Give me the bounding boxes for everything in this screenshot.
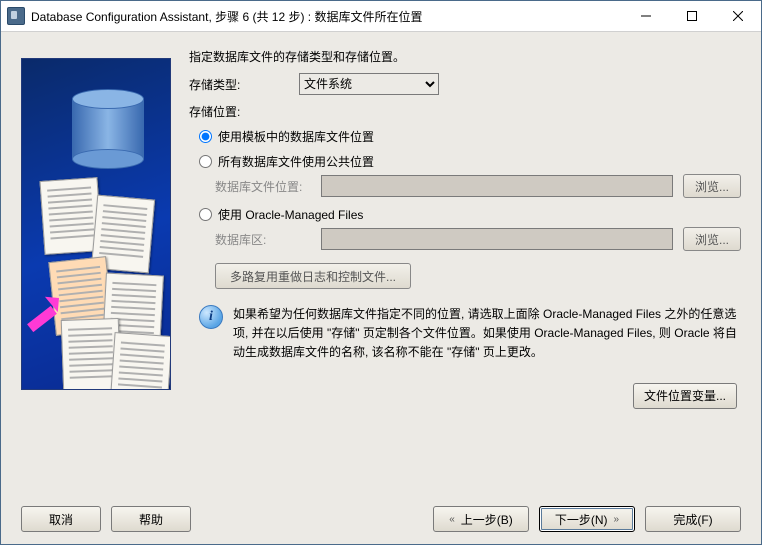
info-text: 如果希望为任何数据库文件指定不同的位置, 请选取上面除 Oracle-Manag…	[233, 305, 741, 363]
finish-button[interactable]: 完成(F)	[645, 506, 741, 532]
info-icon	[199, 305, 223, 329]
titlebar: Database Configuration Assistant, 步骤 6 (…	[1, 1, 761, 32]
db-area-input[interactable]	[321, 228, 673, 250]
wizard-illustration-column	[21, 48, 171, 494]
next-button[interactable]: 下一步(N) »	[539, 506, 635, 532]
database-cylinder-icon	[72, 89, 142, 169]
multiplex-redo-control-button[interactable]: 多路复用重做日志和控制文件...	[215, 263, 411, 289]
info-row: 如果希望为任何数据库文件指定不同的位置, 请选取上面除 Oracle-Manag…	[199, 305, 741, 363]
next-button-label: 下一步(N)	[555, 511, 608, 528]
cancel-button[interactable]: 取消	[21, 506, 101, 532]
button-bar: 取消 帮助 « 上一步(B) 下一步(N) » 完成(F)	[21, 494, 741, 532]
db-file-location-label: 数据库文件位置:	[215, 178, 315, 195]
app-icon	[7, 7, 25, 25]
window: Database Configuration Assistant, 步骤 6 (…	[0, 0, 762, 545]
back-button[interactable]: « 上一步(B)	[433, 506, 529, 532]
window-buttons	[623, 1, 761, 31]
radio-use-omf[interactable]: 使用 Oracle-Managed Files	[199, 206, 741, 223]
radio-use-common-label: 所有数据库文件使用公共位置	[218, 153, 374, 170]
browse-db-area-button[interactable]: 浏览...	[683, 227, 741, 251]
db-area-label: 数据库区:	[215, 231, 315, 248]
window-title: Database Configuration Assistant, 步骤 6 (…	[31, 8, 623, 25]
storage-location-label: 存储位置:	[189, 103, 741, 120]
intro-text: 指定数据库文件的存储类型和存储位置。	[189, 48, 741, 65]
close-button[interactable]	[715, 1, 761, 31]
page-icon	[109, 332, 171, 390]
back-button-label: 上一步(B)	[461, 511, 513, 528]
maximize-button[interactable]	[669, 1, 715, 31]
radio-use-omf-input[interactable]	[199, 208, 212, 221]
minimize-button[interactable]	[623, 1, 669, 31]
radio-use-common[interactable]: 所有数据库文件使用公共位置	[199, 153, 741, 170]
browse-db-file-location-button[interactable]: 浏览...	[683, 174, 741, 198]
radio-use-template[interactable]: 使用模板中的数据库文件位置	[199, 128, 741, 145]
db-file-location-input[interactable]	[321, 175, 673, 197]
chevron-left-icon: «	[449, 514, 455, 525]
radio-use-omf-label: 使用 Oracle-Managed Files	[218, 206, 363, 223]
radio-use-template-input[interactable]	[199, 130, 212, 143]
chevron-right-icon: »	[614, 514, 620, 525]
upper-area: 指定数据库文件的存储类型和存储位置。 存储类型: 文件系统 存储位置: 使用模板…	[21, 48, 741, 494]
wizard-illustration	[21, 58, 171, 390]
radio-use-common-input[interactable]	[199, 155, 212, 168]
client-area: 指定数据库文件的存储类型和存储位置。 存储类型: 文件系统 存储位置: 使用模板…	[1, 32, 761, 544]
form-area: 指定数据库文件的存储类型和存储位置。 存储类型: 文件系统 存储位置: 使用模板…	[189, 48, 741, 494]
help-button[interactable]: 帮助	[111, 506, 191, 532]
storage-type-select[interactable]: 文件系统	[299, 73, 439, 95]
file-location-variables-button[interactable]: 文件位置变量...	[633, 383, 737, 409]
storage-type-label: 存储类型:	[189, 76, 299, 93]
radio-use-template-label: 使用模板中的数据库文件位置	[218, 128, 374, 145]
